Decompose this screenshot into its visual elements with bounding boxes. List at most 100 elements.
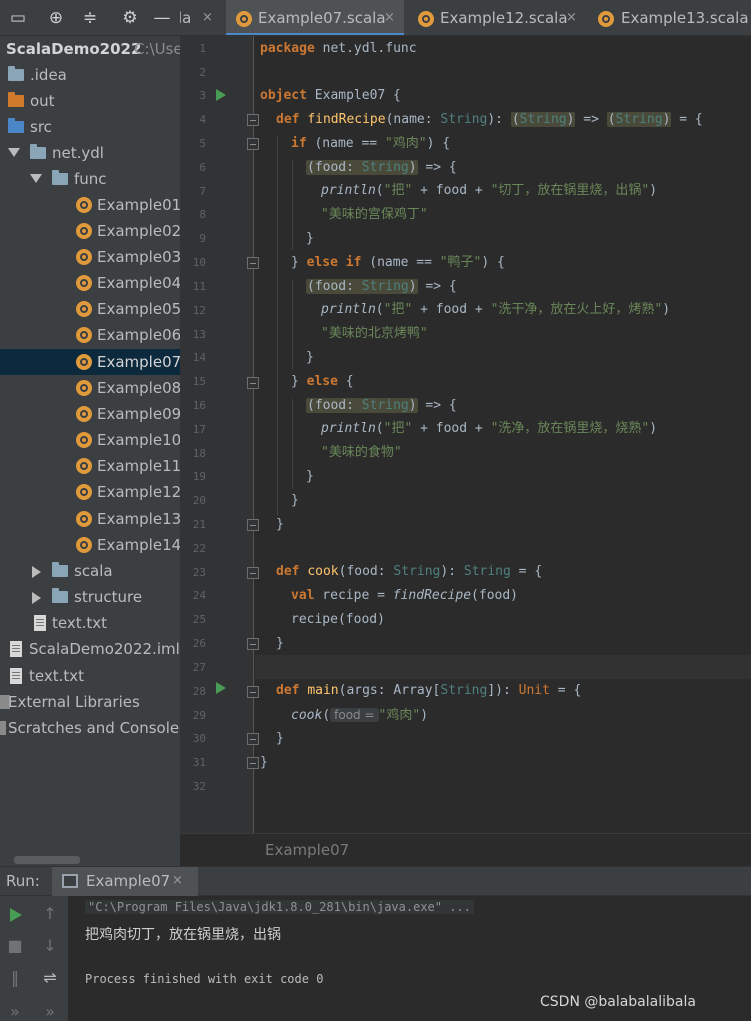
- tree-item-text-root[interactable]: text.txt: [0, 663, 180, 689]
- hide-icon[interactable]: —: [152, 8, 172, 28]
- more-icon[interactable]: »: [40, 1002, 60, 1021]
- fold-marker-icon[interactable]: [247, 733, 259, 745]
- scrollbar-thumb[interactable]: [14, 856, 80, 864]
- tree-item-example02[interactable]: Example02: [0, 218, 180, 244]
- tab-partial[interactable]: la ×: [180, 0, 224, 35]
- code-line-29: cook(food = "鸡肉"): [291, 703, 428, 727]
- collapse-arrow-icon[interactable]: [32, 592, 41, 604]
- code-line-25: recipe(food): [291, 608, 385, 632]
- console-output-line: 把鸡肉切丁，放在锅里烧，出锅: [85, 927, 281, 943]
- expand-arrow-icon[interactable]: [30, 174, 42, 183]
- line-number: 30: [192, 732, 206, 745]
- tree-root[interactable]: ScalaDemo2022 C:\Use: [0, 36, 180, 62]
- tree-item-example08[interactable]: Example08: [0, 375, 180, 401]
- scala-object-icon: [76, 275, 92, 291]
- tree-item-net-ydl[interactable]: net.ydl: [0, 140, 180, 166]
- fold-marker-icon[interactable]: [247, 686, 259, 698]
- line-number: 9: [199, 232, 206, 245]
- tab-close-icon[interactable]: ×: [202, 0, 213, 35]
- collapse-arrow-icon[interactable]: [32, 566, 41, 578]
- tree-item-func[interactable]: func: [0, 166, 180, 192]
- code-line-14: }: [306, 346, 314, 370]
- tree-item-example03[interactable]: Example03: [0, 244, 180, 270]
- code-token: (: [511, 112, 520, 127]
- line-number: 10: [192, 256, 206, 269]
- run-gutter-icon[interactable]: [216, 682, 226, 694]
- tree-item-example10[interactable]: Example10: [0, 427, 180, 453]
- pause-icon[interactable]: ‖: [5, 968, 25, 988]
- package-icon: [30, 144, 46, 159]
- locate-icon[interactable]: ⊕: [46, 8, 66, 28]
- tree-item-example13[interactable]: Example13: [0, 506, 180, 532]
- code-token: + food +: [412, 421, 491, 436]
- tree-item-example04[interactable]: Example04: [0, 270, 180, 296]
- fold-marker-icon[interactable]: [247, 257, 259, 269]
- tree-item-label: func: [74, 170, 107, 188]
- tree-item-idea[interactable]: .idea: [0, 62, 180, 88]
- line-number: 18: [192, 447, 206, 460]
- tree-item-example09[interactable]: Example09: [0, 401, 180, 427]
- code-token: (food:: [307, 160, 362, 175]
- console-command-line[interactable]: "C:\Program Files\Java\jdk1.8.0_281\bin\…: [85, 900, 474, 914]
- tree-horizontal-scrollbar[interactable]: [0, 856, 180, 866]
- fold-marker-icon[interactable]: [247, 567, 259, 579]
- fold-marker-icon[interactable]: [247, 377, 259, 389]
- tab-example12[interactable]: Example12.scala ×: [406, 0, 584, 35]
- fold-marker-icon[interactable]: [247, 519, 259, 531]
- fold-marker-icon[interactable]: [247, 757, 259, 769]
- breadcrumb[interactable]: Example07: [265, 841, 349, 859]
- fold-marker-icon[interactable]: [247, 138, 259, 150]
- code-token: }: [306, 231, 314, 246]
- tree-item-structure[interactable]: structure: [0, 584, 180, 610]
- scala-object-icon: [236, 11, 252, 27]
- tab-close-icon[interactable]: ×: [566, 0, 577, 35]
- tree-item-example14[interactable]: Example14: [0, 532, 180, 558]
- fold-marker-icon[interactable]: [247, 114, 259, 126]
- code-line-5: if (name == "鸡肉") {: [291, 132, 450, 156]
- tree-item-iml[interactable]: ScalaDemo2022.iml: [0, 636, 180, 662]
- tree-item-example11[interactable]: Example11: [0, 453, 180, 479]
- run-tab-close-icon[interactable]: ×: [172, 873, 183, 888]
- code-token: ) {: [426, 136, 451, 151]
- tree-item-src[interactable]: src: [0, 114, 180, 140]
- expand-arrow-icon[interactable]: [8, 148, 20, 157]
- tree-item-label: Scratches and Consoles: [8, 719, 180, 737]
- line-number: 32: [192, 780, 206, 793]
- rerun-icon[interactable]: [10, 908, 22, 922]
- scala-object-icon: [76, 380, 92, 396]
- project-view-icon[interactable]: ▭: [8, 8, 28, 28]
- tree-item-example06[interactable]: Example06: [0, 322, 180, 348]
- scala-object-icon: [76, 354, 92, 370]
- tree-item-scratches[interactable]: Scratches and Consoles: [0, 715, 180, 741]
- breadcrumb-bar: Example07: [180, 833, 751, 866]
- code-token: (: [607, 112, 616, 127]
- expand-icon[interactable]: »: [5, 1002, 25, 1021]
- tree-item-out[interactable]: out: [0, 88, 180, 114]
- stop-icon[interactable]: ■: [5, 936, 25, 956]
- run-tab-example07[interactable]: Example07 ×: [52, 867, 198, 896]
- run-gutter-icon[interactable]: [216, 89, 226, 101]
- fold-marker-icon[interactable]: [247, 638, 259, 650]
- tree-item-example01[interactable]: Example01: [0, 192, 180, 218]
- tree-item-label: Example11: [97, 457, 180, 475]
- tree-root-name: ScalaDemo2022: [6, 40, 142, 58]
- up-arrow-icon[interactable]: ↑: [40, 904, 60, 924]
- tree-item-external-libraries[interactable]: External Libraries: [0, 689, 180, 715]
- soft-wrap-icon[interactable]: ⇌: [40, 968, 60, 988]
- code-editor[interactable]: 1 2 3 4 5 6 7 8 9 10 11 12 13 14 15 16 1…: [180, 36, 751, 833]
- code-line-28: def main(args: Array[String]): Unit = {: [276, 679, 581, 703]
- tab-example13[interactable]: Example13.scala: [586, 0, 751, 35]
- code-token: cook: [291, 708, 323, 723]
- code-token: }: [291, 493, 299, 508]
- tree-item-example12[interactable]: Example12: [0, 479, 180, 505]
- tree-item-example05[interactable]: Example05: [0, 296, 180, 322]
- down-arrow-icon[interactable]: ↓: [40, 936, 60, 956]
- collapse-icon[interactable]: ≑: [80, 8, 100, 28]
- tree-item-scala[interactable]: scala: [0, 558, 180, 584]
- tab-example07[interactable]: Example07.scala ×: [226, 0, 404, 35]
- tree-item-example07[interactable]: Example07: [0, 349, 180, 375]
- code-line-3: object Example07 {: [260, 84, 401, 108]
- gear-icon[interactable]: ⚙: [120, 8, 140, 28]
- tree-item-text-inner[interactable]: text.txt: [0, 610, 180, 636]
- tab-close-icon[interactable]: ×: [384, 0, 395, 35]
